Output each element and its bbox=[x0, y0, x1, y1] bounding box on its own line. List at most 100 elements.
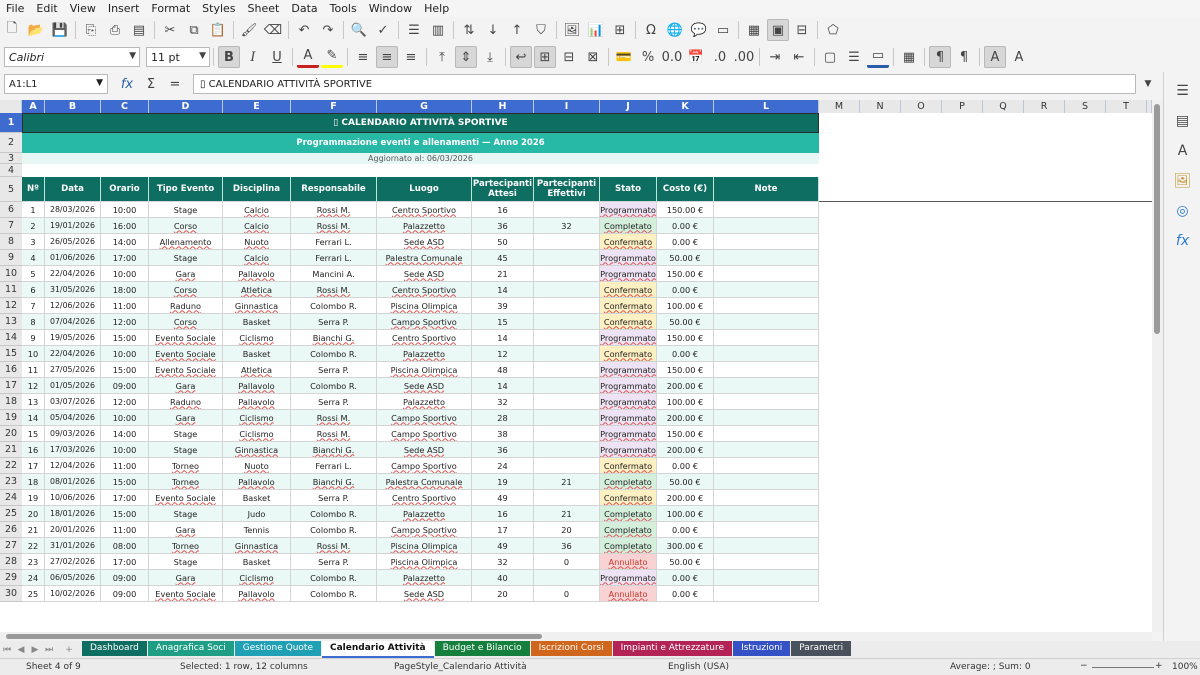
functions-icon[interactable]: fx bbox=[1172, 230, 1194, 252]
table-cell[interactable]: 17:00 bbox=[101, 490, 149, 506]
table-cell[interactable]: Stage bbox=[149, 506, 223, 522]
table-cell[interactable]: 39 bbox=[472, 298, 534, 314]
table-cell[interactable]: Sede ASD bbox=[377, 378, 472, 394]
horizontal-scrollbar[interactable] bbox=[0, 632, 1152, 641]
table-cell[interactable]: Serra P. bbox=[291, 490, 377, 506]
table-cell[interactable]: 14 bbox=[472, 282, 534, 298]
table-cell[interactable]: 150.00 € bbox=[657, 266, 714, 282]
menu-item-tools[interactable]: Tools bbox=[324, 0, 363, 17]
table-cell[interactable]: 32 bbox=[534, 218, 600, 234]
column-header[interactable]: N bbox=[860, 100, 901, 113]
table-cell[interactable]: 49 bbox=[472, 538, 534, 554]
table-cell[interactable]: 20 bbox=[472, 586, 534, 602]
print-icon[interactable]: ⎙ bbox=[104, 19, 126, 41]
table-cell[interactable]: Tennis bbox=[223, 522, 291, 538]
table-cell[interactable]: Ciclismo bbox=[223, 330, 291, 346]
table-cell[interactable] bbox=[534, 234, 600, 250]
table-cell[interactable]: Rossi M. bbox=[291, 426, 377, 442]
table-cell[interactable]: 100.00 € bbox=[657, 298, 714, 314]
table-cell[interactable]: 10:00 bbox=[101, 410, 149, 426]
merge-center-icon[interactable]: ⊞ bbox=[534, 46, 556, 68]
table-cell[interactable]: 24 bbox=[22, 570, 45, 586]
table-cell[interactable]: 10:00 bbox=[101, 266, 149, 282]
note-cell[interactable] bbox=[714, 362, 819, 378]
clear-formatting-icon[interactable]: ⌫ bbox=[262, 19, 284, 41]
table-cell[interactable]: Atletica bbox=[223, 282, 291, 298]
row-icon[interactable]: ☰ bbox=[403, 19, 425, 41]
table-cell[interactable] bbox=[534, 202, 600, 218]
currency-format-icon[interactable]: 💳 bbox=[613, 46, 635, 68]
table-cell[interactable]: 50.00 € bbox=[657, 474, 714, 490]
wrap-text-icon[interactable]: ↩ bbox=[510, 46, 532, 68]
table-cell[interactable]: Rossi M. bbox=[291, 538, 377, 554]
table-cell[interactable]: 21 bbox=[534, 474, 600, 490]
table-cell[interactable]: 27/02/2026 bbox=[45, 554, 101, 570]
table-cell[interactable]: Ferrari L. bbox=[291, 458, 377, 474]
table-cell[interactable]: Evento Sociale bbox=[149, 586, 223, 602]
table-cell[interactable]: 19 bbox=[472, 474, 534, 490]
table-cell[interactable]: Bianchi G. bbox=[291, 442, 377, 458]
table-cell[interactable]: 31/05/2026 bbox=[45, 282, 101, 298]
row-header[interactable]: 30 bbox=[0, 586, 22, 602]
status-badge[interactable]: Confermato bbox=[600, 458, 657, 474]
table-cell[interactable]: 50.00 € bbox=[657, 250, 714, 266]
row-header[interactable]: 26 bbox=[0, 522, 22, 538]
note-cell[interactable] bbox=[714, 314, 819, 330]
function-wizard-icon[interactable]: fx bbox=[116, 73, 138, 95]
first-sheet-icon[interactable]: ⏮ bbox=[0, 643, 14, 657]
zoom-in-icon[interactable]: + bbox=[1155, 661, 1163, 671]
sheet-tab[interactable]: Dashboard bbox=[82, 641, 147, 656]
table-cell[interactable] bbox=[534, 298, 600, 314]
table-cell[interactable]: Gara bbox=[149, 378, 223, 394]
status-badge[interactable]: Programmato bbox=[600, 250, 657, 266]
table-header[interactable]: Orario bbox=[101, 177, 149, 202]
table-cell[interactable]: Campo Sportivo bbox=[377, 410, 472, 426]
table-cell[interactable]: 15 bbox=[472, 314, 534, 330]
sheet-tab[interactable]: Istruzioni bbox=[733, 641, 791, 656]
next-sheet-icon[interactable]: ▶ bbox=[28, 643, 42, 657]
table-cell[interactable]: 16 bbox=[472, 202, 534, 218]
align-right-icon[interactable]: ≡ bbox=[400, 46, 422, 68]
menu-item-sheet[interactable]: Sheet bbox=[242, 0, 286, 17]
status-badge[interactable]: Programmato bbox=[600, 426, 657, 442]
sort-ascending-icon[interactable]: ↓ bbox=[482, 19, 504, 41]
table-cell[interactable]: Piscina Olimpica bbox=[377, 362, 472, 378]
table-cell[interactable]: Rossi M. bbox=[291, 410, 377, 426]
table-header[interactable]: Disciplina bbox=[223, 177, 291, 202]
note-cell[interactable] bbox=[714, 474, 819, 490]
name-box[interactable]: A1:L1 ▼ bbox=[4, 74, 108, 94]
spreadsheet-grid[interactable]: ABCDEFGHIJKLMNOPQRST 1 2 3 4 5 6 7 8 9 10 11 12 13 14… bbox=[0, 100, 1152, 632]
table-cell[interactable]: 17/03/2026 bbox=[45, 442, 101, 458]
note-cell[interactable] bbox=[714, 202, 819, 218]
table-cell[interactable] bbox=[534, 490, 600, 506]
table-cell[interactable]: Corso bbox=[149, 218, 223, 234]
align-left-icon[interactable]: ≡ bbox=[352, 46, 374, 68]
menu-item-format[interactable]: Format bbox=[145, 0, 196, 17]
table-cell[interactable]: 12/06/2026 bbox=[45, 298, 101, 314]
table-cell[interactable]: 22/04/2026 bbox=[45, 346, 101, 362]
status-badge[interactable]: Programmato bbox=[600, 394, 657, 410]
note-cell[interactable] bbox=[714, 554, 819, 570]
table-cell[interactable]: Serra P. bbox=[291, 314, 377, 330]
sheet-tab[interactable]: Anagrafica Soci bbox=[147, 641, 234, 656]
table-cell[interactable]: 14 bbox=[472, 378, 534, 394]
column-icon[interactable]: ▥ bbox=[427, 19, 449, 41]
table-cell[interactable]: Campo Sportivo bbox=[377, 522, 472, 538]
table-cell[interactable]: Colombo R. bbox=[291, 522, 377, 538]
select-all-corner[interactable] bbox=[0, 100, 22, 113]
table-cell[interactable]: Raduno bbox=[149, 394, 223, 410]
table-cell[interactable]: Ginnastica bbox=[223, 442, 291, 458]
table-cell[interactable]: 15:00 bbox=[101, 474, 149, 490]
table-cell[interactable]: 16 bbox=[22, 442, 45, 458]
status-badge[interactable]: Confermato bbox=[600, 298, 657, 314]
sheet-tab[interactable]: Impianti e Attrezzature bbox=[612, 641, 733, 656]
menu-item-insert[interactable]: Insert bbox=[102, 0, 146, 17]
table-cell[interactable]: 0.00 € bbox=[657, 234, 714, 250]
table-cell[interactable]: Ginnastica bbox=[223, 538, 291, 554]
menu-item-help[interactable]: Help bbox=[418, 0, 455, 17]
note-cell[interactable] bbox=[714, 394, 819, 410]
table-cell[interactable]: 15:00 bbox=[101, 506, 149, 522]
status-badge[interactable]: Completato bbox=[600, 538, 657, 554]
table-cell[interactable]: 6 bbox=[22, 282, 45, 298]
table-cell[interactable]: 15:00 bbox=[101, 362, 149, 378]
